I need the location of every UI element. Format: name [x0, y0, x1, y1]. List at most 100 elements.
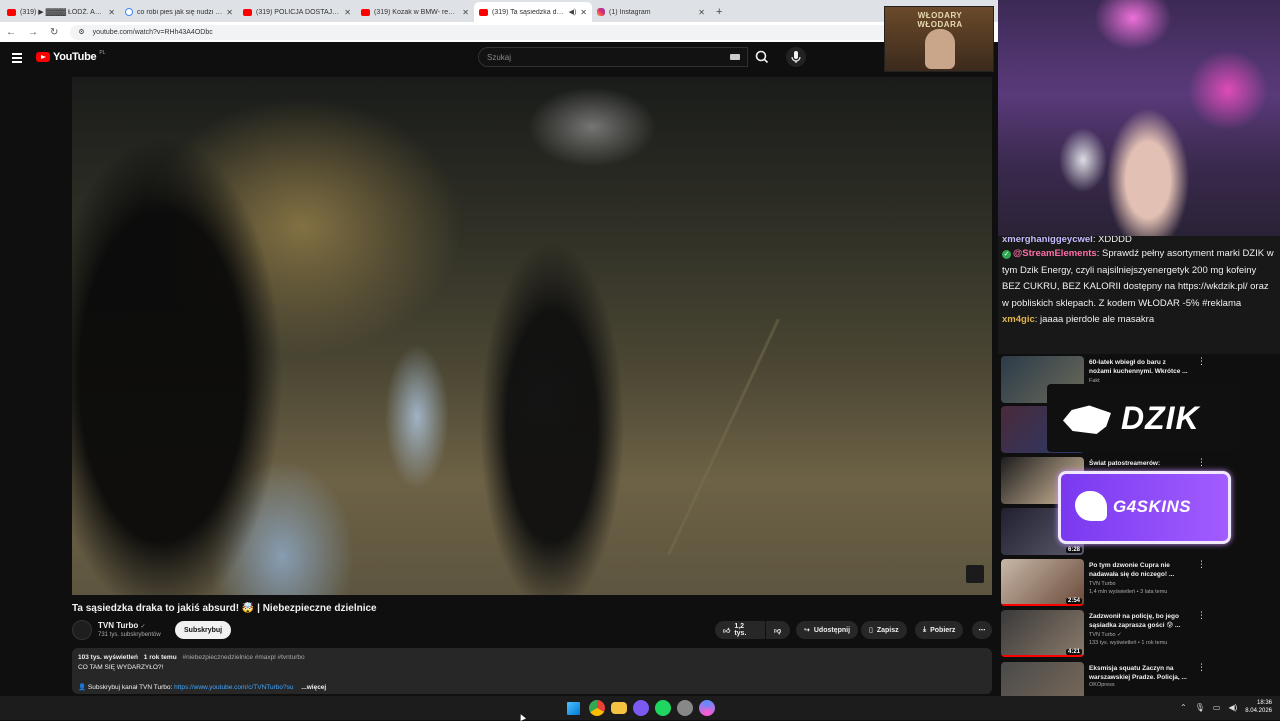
chat-text: XDDDD — [1098, 236, 1132, 245]
chat-username: xm4gic — [1002, 314, 1035, 325]
video-player[interactable] — [72, 77, 992, 595]
kebab-menu-icon[interactable]: ⋮ — [1197, 559, 1206, 570]
browser-tab[interactable]: (319) POLICJA DOSTAJE WPIER ✕ — [238, 2, 356, 22]
verified-check-icon: ✓ — [1002, 250, 1011, 259]
youtube-icon — [479, 8, 488, 16]
show-more-button[interactable]: ...więcej — [301, 684, 326, 691]
thumbs-down-icon: 👎︎ — [774, 627, 782, 635]
clock[interactable]: 18:36 8.04.2026 — [1245, 699, 1272, 715]
thumbs-up-icon: 👍︎ — [723, 627, 731, 635]
channel-name[interactable]: OKOpress — [1089, 682, 1115, 688]
clock-date: 8.04.2026 — [1245, 708, 1272, 714]
speaker-icon[interactable]: ◀) — [569, 8, 577, 16]
browser-tab[interactable]: (319) ▶ ▓▓▓▓ ŁÓDŹ. Ankie ✕ — [2, 2, 120, 22]
reload-icon[interactable]: ↻ — [50, 27, 58, 38]
kebab-menu-icon[interactable]: ⋮ — [1197, 662, 1206, 673]
browser-tab[interactable]: co robi pies jak się nudzi - Szuk ✕ — [120, 2, 238, 22]
video-title[interactable]: Po tym dzwonie Cupra nie nadawała się do… — [1089, 561, 1189, 579]
channel-name[interactable]: TVN Turbo — [1089, 581, 1116, 587]
channel-watermark-icon[interactable] — [966, 565, 984, 583]
youtube-wordmark: YouTube — [53, 51, 97, 63]
close-icon[interactable]: ✕ — [226, 8, 233, 17]
video-title[interactable]: 60-latek wbiegł do baru z nożami kuchenn… — [1089, 358, 1189, 376]
new-tab-button[interactable]: + — [716, 6, 722, 18]
browser-tab[interactable]: (319) Kozak w BMW- reupload ✕ — [356, 2, 474, 22]
chat-message: xm4gic: jaaaa pierdole ale masakra — [1002, 314, 1155, 325]
taskbar: ⌃ 🎙︎ ▭ ◀) 18:36 8.04.2026 — [0, 696, 1280, 720]
instagram-icon — [597, 8, 605, 16]
close-icon[interactable]: ✕ — [580, 8, 587, 17]
network-icon[interactable]: ▭ — [1213, 703, 1221, 712]
dzik-sponsor-banner: DZIK — [1047, 384, 1239, 452]
badge-line-1: WŁODARY — [917, 11, 963, 20]
kebab-menu-icon[interactable]: ⋮ — [1197, 356, 1206, 367]
chat-message: ✓ @StreamElements: Sprawdź pełny asortyme… — [1002, 248, 1274, 309]
keyboard-icon[interactable] — [730, 54, 740, 60]
channel-name[interactable]: TVN Turbo ✓ — [1089, 632, 1122, 638]
youtube-logo[interactable]: YouTube PL — [36, 50, 106, 63]
chevron-up-icon[interactable]: ⌃ — [1180, 703, 1187, 712]
region-code: PL — [99, 50, 106, 56]
tab-label: (319) POLICJA DOSTAJE WPIER — [256, 8, 340, 16]
channel-avatar[interactable] — [72, 620, 92, 640]
close-icon[interactable]: ✕ — [462, 8, 469, 17]
settings-gear-icon[interactable] — [677, 700, 693, 716]
forward-arrow-icon[interactable]: → — [28, 27, 38, 38]
recommended-video[interactable]: 4:21 Zadzwonił na policję, bo jego sąsia… — [1001, 610, 1280, 660]
dislike-button[interactable]: 👎︎ — [766, 621, 790, 639]
discord-app-icon[interactable] — [633, 700, 649, 716]
boar-logo-icon — [1063, 405, 1111, 434]
video-thumbnail[interactable]: 2:54 — [1001, 559, 1084, 606]
volume-icon[interactable]: ◀) — [1228, 703, 1237, 712]
bookmark-icon: ▯ — [869, 627, 873, 634]
channel-name[interactable]: TVN Turbo ✓ — [98, 621, 146, 630]
youtube-play-icon — [36, 52, 50, 62]
close-icon[interactable]: ✕ — [698, 8, 705, 17]
like-count: 1,2 tys. — [734, 623, 747, 637]
microphone-tray-icon[interactable]: 🎙︎ — [1195, 703, 1205, 712]
subscriber-count: 731 tys. subskrybentów — [98, 632, 161, 638]
download-button[interactable]: ⤓ Pobierz — [915, 621, 964, 639]
close-icon[interactable]: ✕ — [108, 8, 115, 17]
g4skins-logo-icon — [1075, 491, 1107, 521]
hashtags[interactable]: #niebezpiecznedzielnice #maxpl #tvnturbo — [182, 654, 304, 661]
badge-line-2: WŁODARA — [917, 20, 963, 29]
channel-link[interactable]: https://www.youtube.com/c/TVNTurbo?su — [174, 684, 293, 691]
chrome-icon[interactable] — [589, 700, 605, 716]
hamburger-menu-icon[interactable] — [12, 53, 22, 63]
subscribe-button[interactable]: Subskrybuj — [175, 621, 232, 639]
save-button[interactable]: ▯ Zapisz — [861, 621, 907, 639]
browser-tab[interactable]: (1) Instagram ✕ — [592, 2, 710, 22]
url-field[interactable]: ⚙ youtube.com/watch?v=RHh43A4ODbc — [70, 24, 891, 40]
file-explorer-icon[interactable] — [611, 702, 627, 714]
kebab-menu-icon[interactable]: ⋮ — [1197, 457, 1206, 468]
video-description[interactable]: 103 tys. wyświetleń 1 rok temu #niebezpi… — [72, 648, 992, 694]
close-icon[interactable]: ✕ — [344, 8, 351, 17]
like-button[interactable]: 👍︎ 1,2 tys. — [715, 621, 765, 639]
video-thumbnail[interactable]: 4:21 — [1001, 610, 1084, 657]
obs-app-icon[interactable] — [699, 700, 715, 716]
video-title[interactable]: Zadzwonił na policję, bo jego sąsiadka z… — [1089, 612, 1189, 630]
subscribe-prompt: 👤 Subskrybuj kanał TVN Turbo: — [78, 684, 173, 691]
search-icon — [755, 50, 767, 62]
more-actions-button[interactable]: ⋯ — [972, 621, 992, 639]
share-button[interactable]: ↪ Udostępnij — [796, 621, 859, 639]
kebab-menu-icon[interactable]: ⋮ — [1197, 610, 1206, 621]
microphone-button[interactable] — [786, 47, 806, 67]
spotify-icon[interactable] — [655, 700, 671, 716]
windows-start-icon[interactable] — [567, 702, 580, 715]
recommended-video[interactable]: 2:54 Po tym dzwonie Cupra nie nadawała s… — [1001, 559, 1280, 609]
video-thumbnail[interactable] — [1001, 662, 1084, 696]
search-button[interactable] — [748, 47, 776, 67]
browser-tab-active[interactable]: (319) Ta sąsiedzka draka to ◀) ✕ — [474, 2, 592, 22]
video-title[interactable]: Świat patostreamerów: — [1089, 459, 1189, 468]
youtube-icon — [7, 8, 16, 16]
share-label: Udostępnij — [813, 626, 851, 634]
search-input[interactable]: Szukaj — [478, 47, 748, 67]
site-info-icon[interactable]: ⚙ — [78, 28, 84, 36]
save-label: Zapisz — [876, 626, 899, 634]
video-title[interactable]: Eksmisja squatu Zaczyn na warszawskiej P… — [1089, 664, 1189, 682]
clock-time: 18:36 — [1256, 700, 1272, 706]
back-arrow-icon[interactable]: ← — [6, 27, 16, 38]
recommended-video[interactable]: Eksmisja squatu Zaczyn na warszawskiej P… — [1001, 662, 1280, 696]
